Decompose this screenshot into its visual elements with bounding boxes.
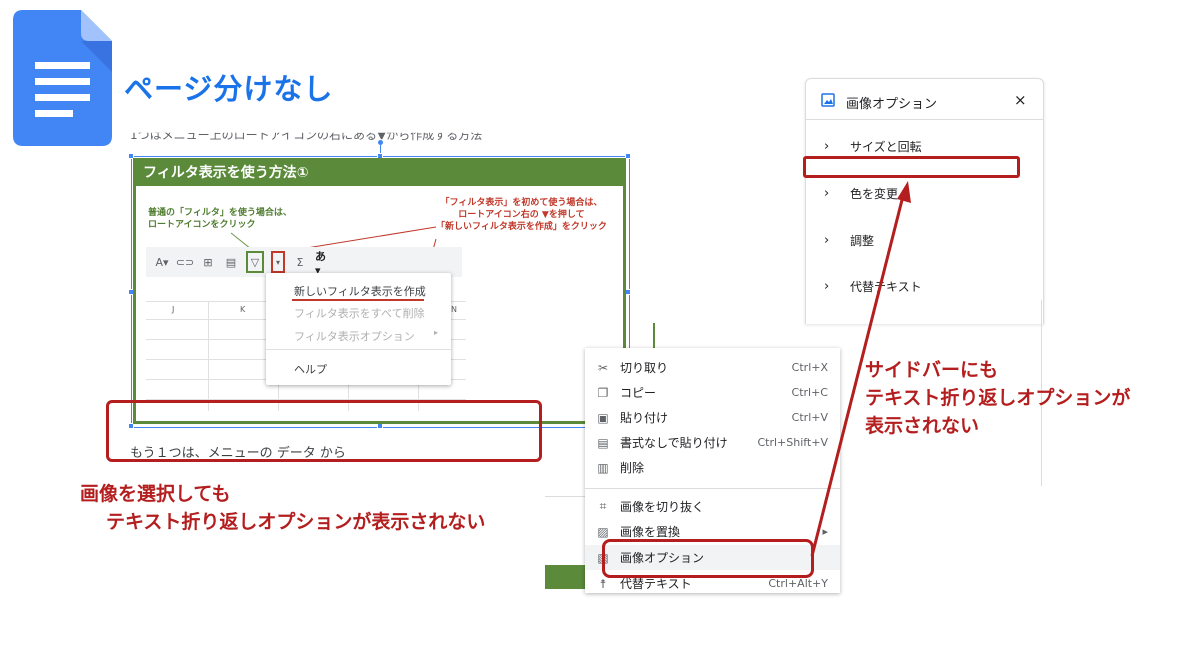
sidebar-item-adjustments[interactable]: › 調整 — [806, 228, 1043, 252]
scissors-icon: ✂ — [597, 360, 609, 375]
alt-text-icon: ☨ — [599, 576, 607, 591]
column-header: J — [172, 305, 175, 314]
text-color-icon: A▾ — [155, 255, 169, 269]
green-strip — [545, 565, 585, 589]
copy-icon: ❐ — [597, 385, 609, 400]
menu-item-copy[interactable]: ❐ コピー Ctrl+C — [585, 380, 840, 405]
chevron-right-icon: › — [824, 185, 830, 201]
chart-icon: ▤ — [225, 255, 237, 269]
column-header: K — [240, 305, 246, 314]
close-icon[interactable]: × — [1014, 91, 1027, 109]
chevron-right-icon: › — [824, 232, 830, 248]
page-title: ページ分けなし — [124, 72, 334, 106]
embedded-image[interactable]: フィルタ表示を使う方法① 普通の「フィルタ」を使う場合は、 ロートアイコンをクリ… — [133, 158, 626, 424]
input-method-icon: あ▾ — [315, 249, 326, 277]
image-options-highlight — [602, 539, 814, 578]
create-filter-view-item: 新しいフィルタ表示を作成 — [294, 285, 426, 298]
sidebar-item-recolor[interactable]: › 色を変更 — [806, 181, 1043, 205]
paste-icon: ▣ — [597, 410, 609, 425]
column-header: N — [451, 305, 457, 314]
image-icon — [821, 93, 835, 107]
menu-item-paste[interactable]: ▣ 貼り付け Ctrl+V — [585, 405, 840, 430]
chevron-right-icon: › — [824, 278, 830, 294]
replace-image-icon: ▨ — [597, 524, 609, 539]
filter-dropdown-icon: ▾ — [271, 251, 285, 273]
crop-icon: ⌗ — [599, 499, 607, 513]
filter-icon: ▽ — [246, 251, 264, 273]
red-underline — [292, 299, 424, 301]
menu-item-paste-plain[interactable]: ▤ 書式なしで貼り付け Ctrl+Shift+V — [585, 430, 840, 455]
menu-item-cut[interactable]: ✂ 切り取り Ctrl+X — [585, 355, 840, 380]
google-docs-logo-icon — [13, 10, 112, 146]
submenu-arrow-icon: ▸ — [434, 328, 439, 337]
link-icon: ⊂⊃ — [175, 255, 195, 269]
annotation-left: 画像を選択しても テキスト折り返しオプションが表示されない — [80, 483, 486, 533]
menu-item-crop-image[interactable]: ⌗ 画像を切り抜く — [585, 494, 840, 519]
sidebar-item-size-rotation[interactable]: › サイズと回転 — [806, 134, 1043, 158]
paste-plain-icon: ▤ — [597, 435, 609, 450]
filter-view-options-item: フィルタ表示オプション — [294, 330, 415, 343]
help-item: ヘルプ — [294, 363, 327, 376]
annotation-right: サイドバーにも テキスト折り返しオプションが 表示されない — [865, 359, 1131, 437]
chevron-right-icon: › — [824, 138, 830, 154]
menu-separator — [585, 488, 840, 489]
wrap-options-missing-box — [106, 400, 542, 462]
comment-icon: ⊞ — [203, 255, 213, 269]
delete-all-filter-views-item: フィルタ表示をすべて削除 — [294, 307, 425, 320]
sidebar-title: 画像オプション — [846, 97, 938, 112]
image-options-sidebar: 画像オプション × › サイズと回転 › 色を変更 › 調整 › 代替テキスト — [805, 78, 1044, 324]
trash-icon: ▥ — [597, 460, 609, 475]
sigma-icon: Σ — [296, 255, 304, 269]
sidebar-item-alt-text[interactable]: › 代替テキスト — [806, 274, 1043, 298]
menu-item-delete[interactable]: ▥ 削除 — [585, 455, 840, 480]
filter-dropdown-menu: 新しいフィルタ表示を作成 フィルタ表示をすべて削除 フィルタ表示オプション ▸ … — [266, 273, 451, 385]
sidebar-missing-option-box — [803, 156, 1020, 178]
doc-text-top: 1つはメニュー上のロートアイコンの右にある▼から作成する方法 — [130, 128, 483, 142]
